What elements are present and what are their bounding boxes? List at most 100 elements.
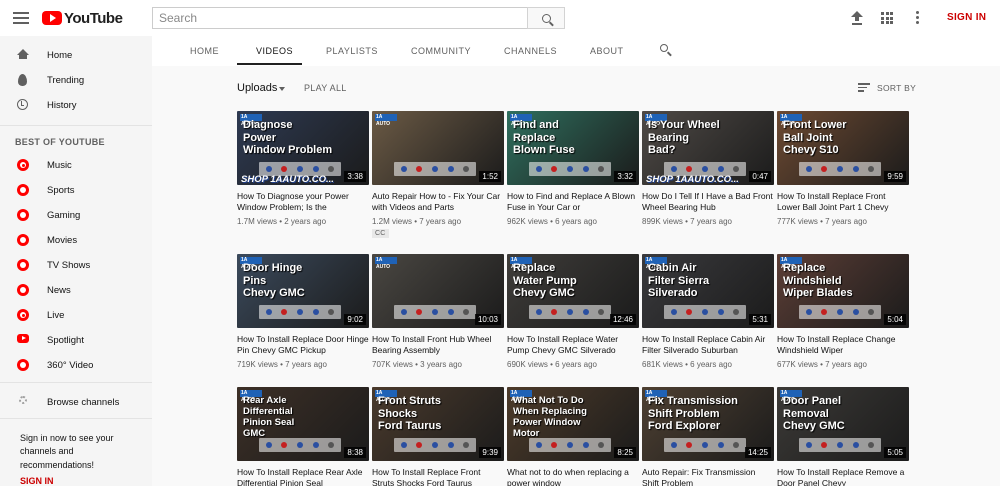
video-meta: 707K views • 3 years ago (372, 360, 462, 369)
video-thumbnail[interactable]: 1A AUTO Front Lower Ball Joint Chevy S10 9… (777, 111, 909, 185)
video-title[interactable]: How To Install Replace Front Struts Shoc… (372, 467, 504, 486)
sidebar-item-music[interactable]: Music (0, 154, 152, 176)
gaming-icon (17, 209, 29, 221)
tool-strip (799, 438, 881, 452)
tab-home[interactable]: HOME (190, 46, 219, 56)
video-thumbnail[interactable]: 1A AUTO Replace Water Pump Chevy GMC 12:46 (507, 254, 639, 328)
video-thumbnail[interactable]: 1A AUTO Find and Replace Blown Fuse 3:32 (507, 111, 639, 185)
tab-community[interactable]: COMMUNITY (411, 46, 471, 56)
uploads-dropdown[interactable]: Uploads (237, 82, 277, 94)
spotlight-icon (17, 334, 29, 343)
thumbnail-caption: Find and Replace Blown Fuse (513, 119, 575, 156)
sidebar-item-label: Gaming (47, 209, 81, 221)
sidebar-item-home[interactable]: Home (0, 44, 152, 66)
sidebar-item-label: Sports (47, 184, 75, 196)
thumbnail-caption: Replace Windshield Wiper Blades (783, 262, 853, 299)
tab-about[interactable]: ABOUT (590, 46, 624, 56)
sort-icon[interactable] (858, 83, 870, 92)
video-meta: 899K views • 7 years ago (642, 217, 732, 226)
video-thumbnail[interactable]: 1A AUTO Rear Axle Differential Pinion Sea… (237, 387, 369, 461)
video-thumbnail[interactable]: 1A AUTO What Not To Do When Replacing Pow… (507, 387, 639, 461)
menu-icon[interactable] (13, 10, 29, 26)
sidebar-item-live[interactable]: Live (0, 304, 152, 326)
signin-prompt: Sign in now to see your channels and rec… (20, 433, 114, 470)
video-thumbnail[interactable]: 1A AUTO Diagnose Power Window Problem SHOP… (237, 111, 369, 185)
apps-grid-icon[interactable] (881, 12, 893, 24)
history-icon (17, 99, 28, 110)
sidebar-item-label: News (47, 284, 71, 296)
youtube-logo[interactable]: YouTube (42, 9, 123, 27)
thumbnail-caption: Front Lower Ball Joint Chevy S10 (783, 119, 847, 156)
video-thumbnail[interactable]: 1A AUTO 1:52 (372, 111, 504, 185)
duration-badge: 1:52 (479, 171, 501, 182)
tab-playlists[interactable]: PLAYLISTS (326, 46, 378, 56)
upload-icon[interactable] (851, 11, 863, 25)
search-button[interactable] (527, 7, 565, 29)
tool-strip (799, 305, 881, 319)
video-thumbnail[interactable]: 1A AUTO Replace Windshield Wiper Blades 5:… (777, 254, 909, 328)
video-title[interactable]: How To Install Replace Cabin Air Filter … (642, 334, 774, 356)
thumbnail-caption: Fix Transmission Shift Problem Ford Expl… (648, 395, 738, 432)
video-title[interactable]: How to Find and Replace A Blown Fuse in … (507, 191, 639, 213)
video-title[interactable]: What not to do when replacing a power wi… (507, 467, 639, 486)
video-thumbnail[interactable]: 1A AUTO Front Struts Shocks Ford Taurus 9:… (372, 387, 504, 461)
channel-search-button[interactable] (660, 44, 672, 56)
tab-channels[interactable]: CHANNELS (504, 46, 557, 56)
flame-icon (18, 74, 27, 86)
tool-strip (529, 305, 611, 319)
signin-button[interactable]: SIGN IN (947, 12, 986, 23)
video-title[interactable]: How To Install Replace Rear Axle Differe… (237, 467, 369, 486)
video-thumbnail[interactable]: 1A AUTO Is Your Wheel Bearing Bad? SHOP 1A… (642, 111, 774, 185)
search-input[interactable]: Search (152, 7, 528, 29)
tool-strip (529, 438, 611, 452)
sidebar-item-gaming[interactable]: Gaming (0, 204, 152, 226)
video-thumbnail[interactable]: 1A AUTO Door Hinge Pins Chevy GMC 9:02 (237, 254, 369, 328)
video-title[interactable]: How To Install Replace Door Hinge Pin Ch… (237, 334, 369, 356)
video-title[interactable]: How To Diagnose your Power Window Proble… (237, 191, 369, 213)
sidebar-item-sports[interactable]: Sports (0, 179, 152, 201)
video-thumbnail[interactable]: 1A AUTO 10:03 (372, 254, 504, 328)
sidebar-item-browse-channels[interactable]: Browse channels (0, 391, 152, 413)
video-title[interactable]: Auto Repair: Fix Transmission Shift Prob… (642, 467, 774, 486)
thumbnail-caption: Front Struts Shocks Ford Taurus (378, 395, 442, 432)
sidebar-item-spotlight[interactable]: Spotlight (0, 329, 152, 351)
music-icon (17, 159, 29, 171)
video-meta: 1.7M views • 2 years ago (237, 217, 327, 226)
video-meta: 719K views • 7 years ago (237, 360, 327, 369)
video-thumbnail[interactable]: 1A AUTO Cabin Air Filter Sierra Silverado… (642, 254, 774, 328)
sidebar-item-movies[interactable]: Movies (0, 229, 152, 251)
video-title[interactable]: How To Install Replace Front Lower Ball … (777, 191, 909, 213)
news-icon (17, 284, 29, 296)
sidebar-item-history[interactable]: History (0, 94, 152, 116)
thumbnail-caption: Diagnose Power Window Problem (243, 119, 333, 156)
sidebar-item-tv-shows[interactable]: TV Shows (0, 254, 152, 276)
360-video-icon (17, 359, 29, 371)
tab-videos[interactable]: VIDEOS (256, 46, 293, 56)
duration-badge: 10:03 (474, 314, 501, 325)
duration-badge: 8:25 (614, 447, 636, 458)
sports-icon (17, 184, 29, 196)
video-title[interactable]: How To Install Replace Remove a Door Pan… (777, 467, 909, 486)
sort-by-button[interactable]: SORT BY (877, 83, 916, 93)
sidebar-item-trending[interactable]: Trending (0, 69, 152, 91)
search-icon (541, 13, 551, 23)
video-title[interactable]: How Do I Tell If I Have a Bad Front Whee… (642, 191, 774, 213)
video-title[interactable]: How To Install Replace Water Pump Chevy … (507, 334, 639, 356)
sidebar-divider (0, 418, 152, 419)
video-thumbnail[interactable]: 1A AUTO Door Panel Removal Chevy GMC 5:05 (777, 387, 909, 461)
video-title[interactable]: How To Install Front Hub Wheel Bearing A… (372, 334, 504, 356)
more-vert-icon[interactable] (916, 11, 920, 25)
sidebar-item-news[interactable]: News (0, 279, 152, 301)
sidebar-item-label: 360° Video (47, 359, 94, 371)
video-title[interactable]: How To Install Replace Change Windshield… (777, 334, 909, 356)
live-icon (17, 309, 29, 321)
video-thumbnail[interactable]: 1A AUTO Fix Transmission Shift Problem Fo… (642, 387, 774, 461)
play-all-button[interactable]: PLAY ALL (304, 83, 347, 93)
sidebar-signin-link[interactable]: SIGN IN (20, 476, 54, 486)
tool-strip (664, 438, 746, 452)
thumbnail-caption: Replace Water Pump Chevy GMC (513, 262, 577, 299)
sidebar-item-360-video[interactable]: 360° Video (0, 354, 152, 376)
chevron-down-icon[interactable] (279, 87, 285, 91)
video-title[interactable]: Auto Repair How to - Fix Your Car with V… (372, 191, 504, 213)
active-tab-indicator (237, 63, 302, 65)
